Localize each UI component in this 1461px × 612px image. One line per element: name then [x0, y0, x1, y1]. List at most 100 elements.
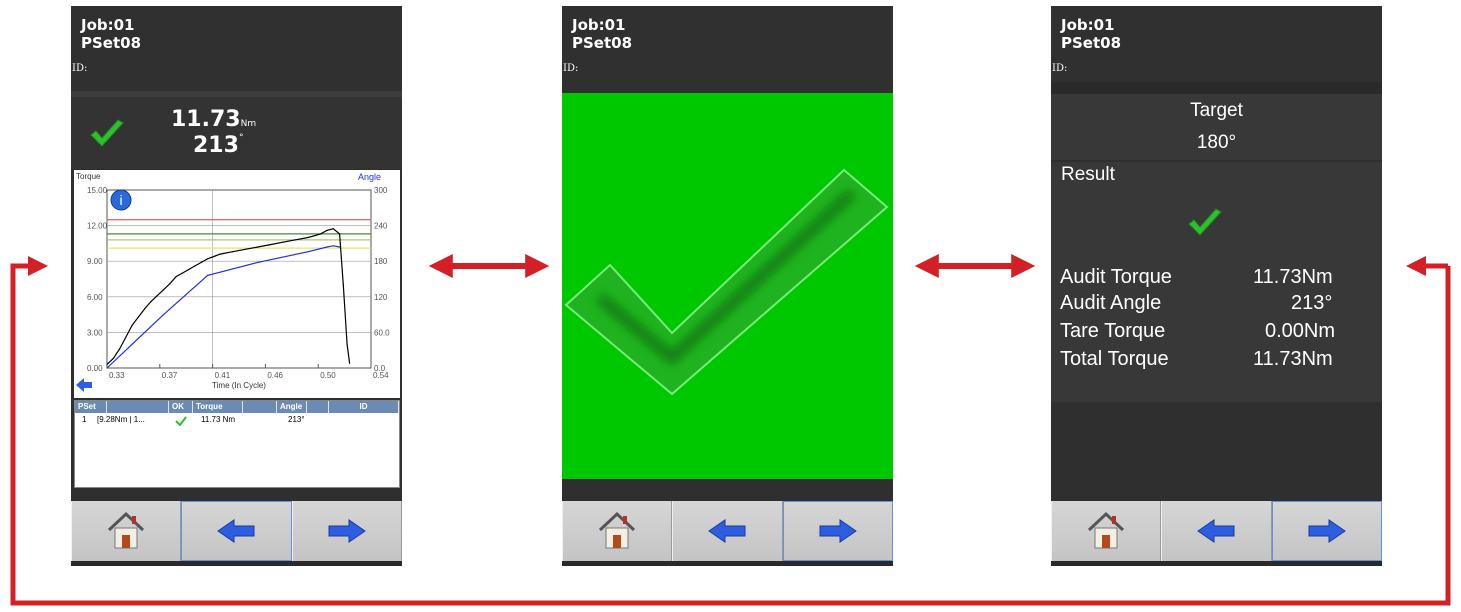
id-label: ID: — [72, 63, 88, 74]
x-tick-label: 0.50 — [320, 371, 336, 380]
data-point — [156, 295, 158, 297]
angle-value: 213 — [193, 133, 239, 158]
angle-unit: ° — [238, 133, 244, 143]
audit-angle-value: 213° — [1291, 292, 1333, 314]
data-point — [295, 239, 297, 241]
pset-label: PSet08 — [572, 34, 633, 52]
data-point — [200, 261, 202, 263]
data-point — [150, 300, 152, 303]
home-button[interactable] — [71, 501, 182, 561]
y-tick-label: 12.00 — [87, 222, 108, 231]
row-angle: 213° — [288, 415, 305, 424]
y-tick-label: 6.00 — [87, 293, 103, 302]
x-tick-label: 0.37 — [162, 371, 178, 380]
data-point — [332, 245, 334, 247]
data-point — [326, 229, 328, 231]
data-point — [339, 233, 341, 235]
data-point — [257, 261, 259, 263]
series-line-angle — [106, 245, 340, 369]
total-torque-value: 11.73Nm — [1253, 348, 1333, 370]
data-point — [169, 283, 171, 285]
result-panel: 11.73Nm 213° — [71, 97, 402, 169]
data-point — [207, 274, 209, 276]
y-tick-label: 3.00 — [87, 328, 103, 337]
home-icon — [108, 511, 145, 549]
torque-unit: Nm — [240, 119, 257, 129]
forward-button[interactable] — [782, 501, 893, 561]
col-ok: OK — [169, 401, 193, 413]
col-id: ID — [329, 401, 399, 413]
y2-tick-label: 60.0 — [374, 328, 390, 337]
pset-label: PSet08 — [81, 34, 142, 52]
data-point — [106, 367, 108, 369]
pset-label: PSet08 — [1061, 34, 1122, 52]
back-button[interactable] — [672, 501, 783, 561]
empty-panel — [1051, 404, 1382, 478]
id-label: ID: — [563, 63, 579, 74]
y2-tick-label: 240 — [374, 222, 388, 231]
nav-bar — [562, 501, 893, 561]
y2-axis-label: Angle — [358, 172, 381, 182]
header-separator — [1051, 82, 1382, 94]
audit-angle-label: Audit Angle — [1060, 292, 1162, 314]
home-icon — [1088, 511, 1125, 549]
left-arrow-icon — [217, 519, 255, 543]
forward-button[interactable] — [1271, 501, 1382, 561]
y-tick-label: 0.00 — [87, 364, 103, 373]
data-point — [213, 255, 215, 258]
right-arrow-icon — [328, 519, 366, 543]
y2-tick-label: 120 — [374, 293, 388, 302]
screen-big-result: Job:01 PSet08 ID: — [562, 6, 893, 566]
col-pset: PSet — [75, 401, 107, 413]
col-torque: Torque — [193, 401, 243, 413]
row-pset: 1 — [82, 415, 87, 424]
forward-button[interactable] — [291, 501, 402, 561]
back-button[interactable] — [1161, 501, 1272, 561]
right-arrow-icon — [1308, 519, 1346, 543]
plot-frame — [106, 189, 372, 369]
target-value: 180° — [1196, 132, 1237, 153]
bottom-strip — [562, 561, 893, 566]
home-button[interactable] — [562, 501, 673, 561]
home-button[interactable] — [1051, 501, 1162, 561]
job-label: Job:01 — [81, 16, 135, 34]
result-fill-panel — [562, 93, 893, 479]
bottom-strip — [1051, 561, 1382, 566]
data-point — [257, 246, 259, 248]
green-check-icon — [175, 416, 187, 426]
data-point — [232, 251, 234, 253]
y2-tick-label: 180 — [374, 257, 388, 266]
chart-back-arrow-icon — [76, 378, 92, 392]
data-point — [326, 246, 328, 248]
data-point — [188, 268, 190, 271]
big-green-check-icon — [564, 168, 889, 396]
id-label: ID: — [1052, 63, 1068, 74]
result-panel: Result Audit Torque 11.73Nm Audit Angle … — [1051, 162, 1382, 402]
x-tick-label: 0.54 — [373, 371, 389, 380]
info-icon-glyph: i — [119, 192, 122, 208]
row-torque: 11.73 Nm — [201, 415, 236, 424]
job-header: Job:01 PSet08 ID: — [71, 6, 402, 91]
results-table: PSet OK Torque Angle ID 1 [9.28Nm | 1...… — [74, 400, 400, 488]
back-button[interactable] — [181, 501, 292, 561]
y-tick-label: 15.00 — [87, 186, 108, 195]
col-spacer-2 — [307, 401, 329, 413]
x-tick-label: 0.46 — [267, 371, 283, 380]
target-panel: Target 180° — [1051, 94, 1382, 160]
data-point — [137, 316, 139, 318]
job-label: Job:01 — [572, 16, 626, 34]
data-point — [342, 284, 344, 286]
nav-bar — [1051, 501, 1382, 561]
data-point — [219, 253, 221, 255]
data-point — [332, 228, 334, 230]
data-point — [144, 308, 146, 310]
x-tick-label: 0.33 — [109, 371, 125, 380]
bottom-strip — [71, 561, 402, 566]
data-point — [112, 357, 114, 360]
audit-torque-label: Audit Torque — [1060, 266, 1172, 288]
job-label: Job:01 — [1061, 16, 1115, 34]
y2-tick-label: 300 — [374, 186, 388, 195]
data-point — [163, 289, 165, 291]
x-axis-label: Time (In Cycle) — [212, 381, 266, 390]
data-point — [125, 336, 127, 338]
